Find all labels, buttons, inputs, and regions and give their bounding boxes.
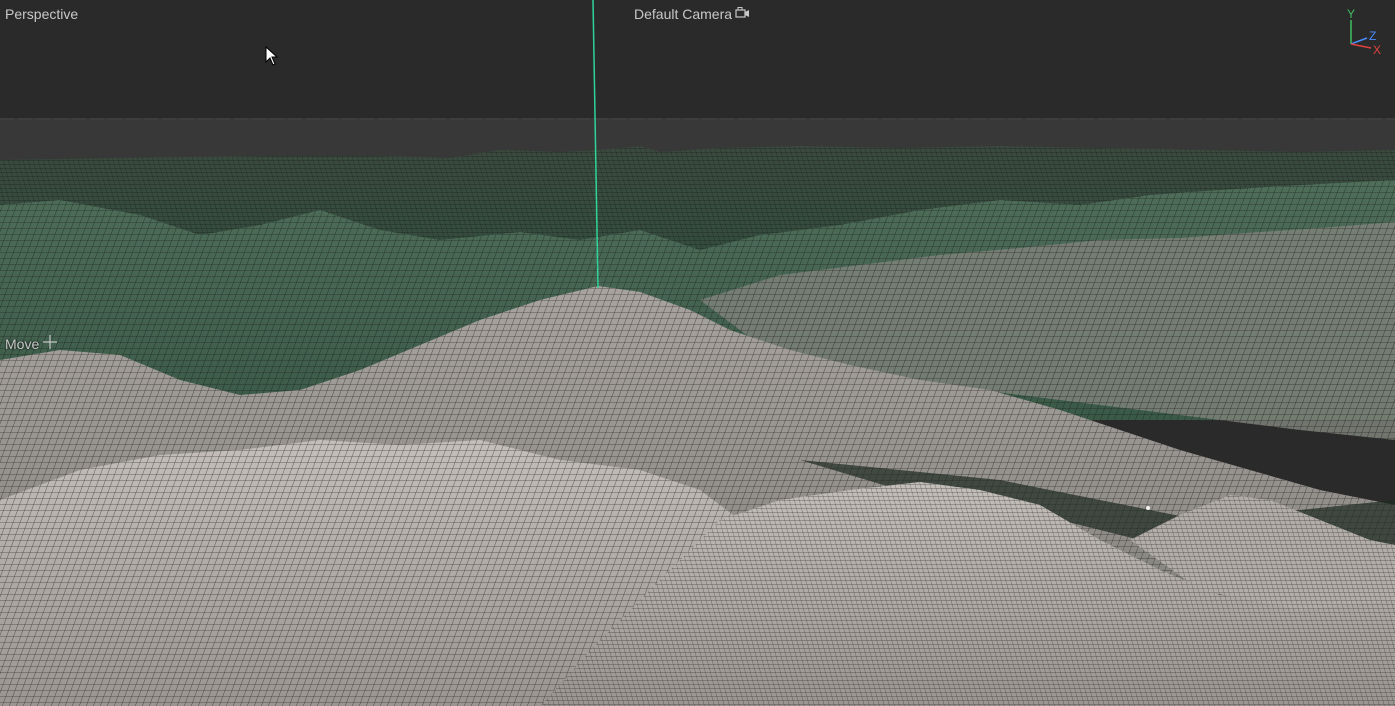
axis-gizmo[interactable]: Y Z X (1343, 6, 1387, 58)
view-mode-label[interactable]: Perspective (5, 6, 78, 22)
z-axis-label: Z (1369, 29, 1376, 43)
x-axis-label: X (1373, 43, 1381, 57)
mouse-cursor-icon (265, 46, 279, 66)
active-tool-indicator: Move (5, 335, 58, 352)
move-crosshair-icon (43, 335, 58, 352)
z-axis-line (1350, 37, 1368, 45)
3d-viewport[interactable]: Perspective Default Camera Move Y Z X (0, 0, 1395, 706)
pivot-point[interactable] (1146, 506, 1150, 510)
y-axis-label: Y (1347, 7, 1355, 21)
x-axis-line (1350, 43, 1372, 49)
camera-icon (735, 6, 751, 22)
camera-selector[interactable]: Default Camera (634, 6, 751, 22)
tool-label: Move (5, 335, 40, 352)
camera-label: Default Camera (634, 6, 733, 22)
terrain-scene[interactable] (0, 0, 1395, 706)
